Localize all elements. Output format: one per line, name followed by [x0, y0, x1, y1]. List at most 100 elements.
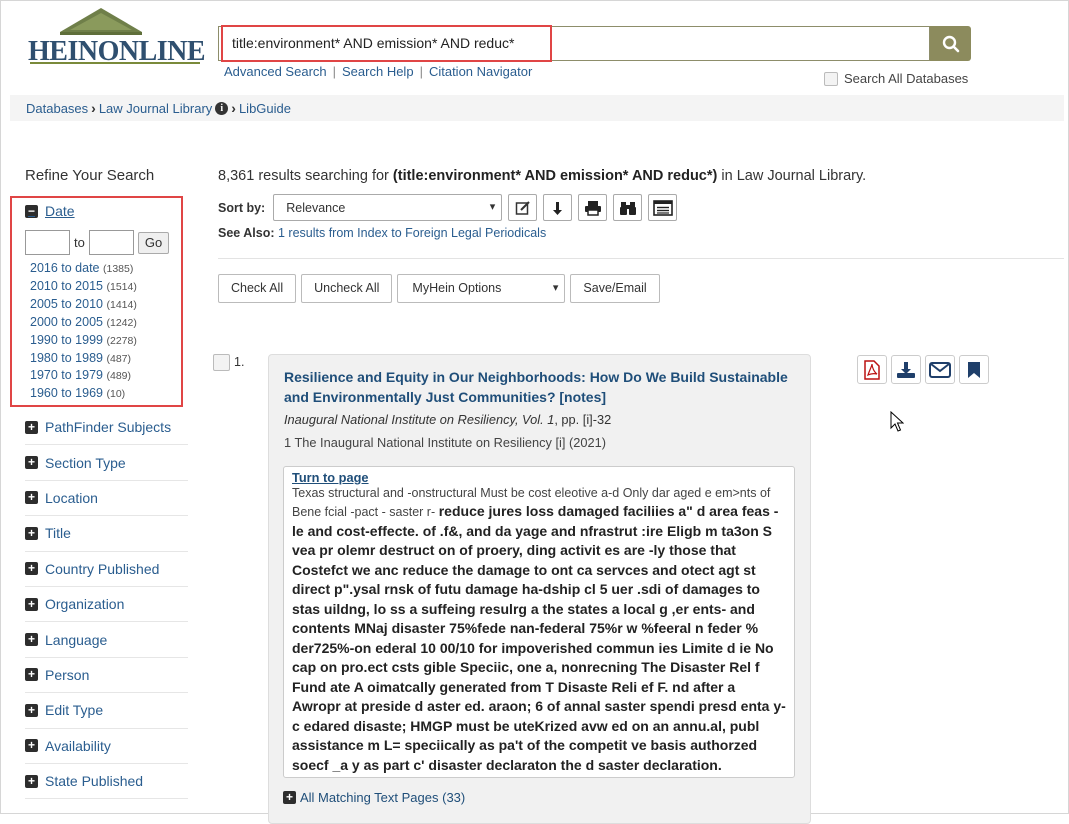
- facet-edit-type[interactable]: + Edit Type: [25, 693, 188, 729]
- search-all-databases[interactable]: Search All Databases: [824, 71, 968, 86]
- sort-row: Sort by: Relevance ▾: [218, 194, 678, 221]
- result-volume-line: 1 The Inaugural National Institute on Re…: [284, 435, 607, 450]
- results-summary: 8,361 results searching for (title:envir…: [218, 168, 867, 184]
- plus-icon: +: [25, 633, 38, 647]
- result-actions: [857, 355, 989, 384]
- binoculars-icon: [619, 201, 636, 215]
- print-button[interactable]: [578, 194, 608, 221]
- date-from-input[interactable]: [25, 230, 70, 255]
- result-number: 1.: [234, 355, 245, 369]
- sort-direction-button[interactable]: [543, 194, 573, 221]
- all-matching-pages[interactable]: + All Matching Text Pages (33): [283, 790, 465, 805]
- citation-navigator-link[interactable]: Citation Navigator: [429, 64, 532, 79]
- chevron-down-icon: ▾: [552, 282, 559, 294]
- facet-language[interactable]: + Language: [25, 622, 188, 658]
- bookmark-icon: [968, 361, 980, 378]
- pdf-icon: [864, 359, 880, 380]
- date-range-item[interactable]: 2010 to 2015 (1514): [30, 278, 137, 296]
- search-all-checkbox[interactable]: [824, 71, 838, 86]
- result-citation: Inaugural National Institute on Resilien…: [284, 412, 612, 427]
- date-range-inputs: to Go: [25, 230, 170, 255]
- download-button[interactable]: [891, 355, 921, 384]
- results-query: (title:environment* AND emission* AND re…: [392, 168, 718, 184]
- date-range-item[interactable]: 1990 to 1999 (2278): [30, 332, 137, 350]
- building-icon: [60, 8, 142, 35]
- facet-country-published[interactable]: + Country Published: [25, 552, 188, 587]
- list-icon: [652, 199, 673, 216]
- plus-icon: +: [25, 526, 38, 540]
- facet-section-type[interactable]: + Section Type: [25, 445, 188, 481]
- date-range-item[interactable]: 1970 to 1979 (489): [30, 367, 137, 385]
- facet-state-published[interactable]: + State Published: [25, 764, 188, 800]
- date-range-item[interactable]: 1960 to 1969 (10): [30, 385, 137, 403]
- plus-icon: +: [25, 739, 38, 753]
- date-range-item[interactable]: 1980 to 1989 (487): [30, 350, 137, 368]
- breadcrumb-library[interactable]: Law Journal Library: [99, 101, 212, 116]
- date-facet-label: Date: [45, 203, 75, 219]
- date-to-input[interactable]: [88, 230, 134, 255]
- breadcrumb-databases[interactable]: Databases: [26, 101, 88, 116]
- date-range-item[interactable]: 2000 to 2005 (1242): [30, 314, 137, 332]
- edit-icon: [515, 200, 530, 215]
- facet-organization[interactable]: + Organization: [25, 587, 188, 623]
- facet-person[interactable]: + Person: [25, 658, 188, 694]
- separator: |: [332, 64, 337, 79]
- bookmark-button[interactable]: [959, 355, 989, 384]
- date-range-item[interactable]: 2016 to date (1385): [30, 260, 137, 278]
- date-range-list: 2016 to date (1385) 2010 to 2015 (1514) …: [30, 260, 137, 403]
- plus-icon: +: [25, 597, 38, 611]
- pdf-button[interactable]: [857, 355, 887, 384]
- date-range-item[interactable]: 2005 to 2010 (1414): [30, 296, 137, 314]
- search-all-label: Search All Databases: [844, 71, 969, 86]
- save-email-button[interactable]: Save/Email: [570, 274, 660, 303]
- date-go-button[interactable]: Go: [137, 231, 170, 254]
- plus-icon: +: [25, 420, 38, 434]
- chevron-down-icon: ▾: [489, 201, 496, 213]
- uncheck-all-button[interactable]: Uncheck All: [301, 274, 393, 303]
- action-row: Check All Uncheck All MyHein Options ▾ S…: [218, 274, 660, 303]
- info-icon[interactable]: i: [215, 101, 229, 115]
- search-button[interactable]: [930, 26, 971, 61]
- facet-title[interactable]: + Title: [25, 516, 188, 552]
- breadcrumb: Databases › Law Journal Library i › LibG…: [26, 100, 291, 116]
- advanced-search-link[interactable]: Advanced Search: [224, 64, 327, 79]
- plus-icon: +: [25, 562, 38, 576]
- turn-to-page-link[interactable]: Turn to page: [292, 470, 786, 485]
- minus-icon: −: [25, 204, 38, 218]
- facet-list: + PathFinder Subjects + Section Type + Loca…: [25, 410, 188, 800]
- sort-label: Sort by:: [218, 200, 266, 215]
- results-count: 8,361: [218, 168, 255, 184]
- check-all-button[interactable]: Check All: [218, 274, 297, 303]
- facet-location[interactable]: + Location: [25, 481, 188, 517]
- plus-icon: +: [25, 668, 38, 682]
- arrow-down-icon: [552, 201, 562, 215]
- envelope-icon: [929, 361, 951, 378]
- sort-select[interactable]: Relevance ▾: [273, 194, 503, 221]
- search-input[interactable]: title:environment* AND emission* AND red…: [232, 35, 514, 51]
- edit-button[interactable]: [508, 194, 538, 221]
- result-checkbox[interactable]: [213, 354, 230, 371]
- binoculars-button[interactable]: [613, 194, 643, 221]
- chevron-right-icon: ›: [91, 100, 96, 116]
- mouse-cursor-icon: [890, 411, 904, 432]
- email-button[interactable]: [925, 355, 955, 384]
- plus-icon: +: [25, 703, 38, 717]
- date-facet-header[interactable]: − Date: [25, 203, 75, 219]
- logo-rule: [30, 62, 200, 64]
- plus-icon: +: [25, 491, 38, 505]
- search-links: Advanced Search | Search Help | Citation…: [224, 64, 532, 79]
- see-also-link[interactable]: 1 results from Index to Foreign Legal Pe…: [278, 226, 546, 240]
- date-to-label: to: [74, 235, 85, 250]
- list-view-button[interactable]: [648, 194, 678, 221]
- heinonline-logo[interactable]: HEINONLINE: [26, 8, 206, 68]
- breadcrumb-libguide[interactable]: LibGuide: [239, 101, 291, 116]
- search-help-link[interactable]: Search Help: [342, 64, 414, 79]
- see-also: See Also: 1 results from Index to Foreig…: [218, 226, 547, 240]
- facet-pathfinder-subjects[interactable]: + PathFinder Subjects: [25, 410, 188, 446]
- result-snippet: Turn to page Texas structural and -onstr…: [283, 466, 795, 778]
- search-icon: [942, 35, 959, 52]
- facet-availability[interactable]: + Availability: [25, 729, 188, 764]
- result-title[interactable]: Resilience and Equity in Our Neighborhoo…: [284, 367, 794, 407]
- myhein-options-select[interactable]: MyHein Options ▾: [397, 274, 566, 303]
- plus-icon: +: [25, 774, 38, 788]
